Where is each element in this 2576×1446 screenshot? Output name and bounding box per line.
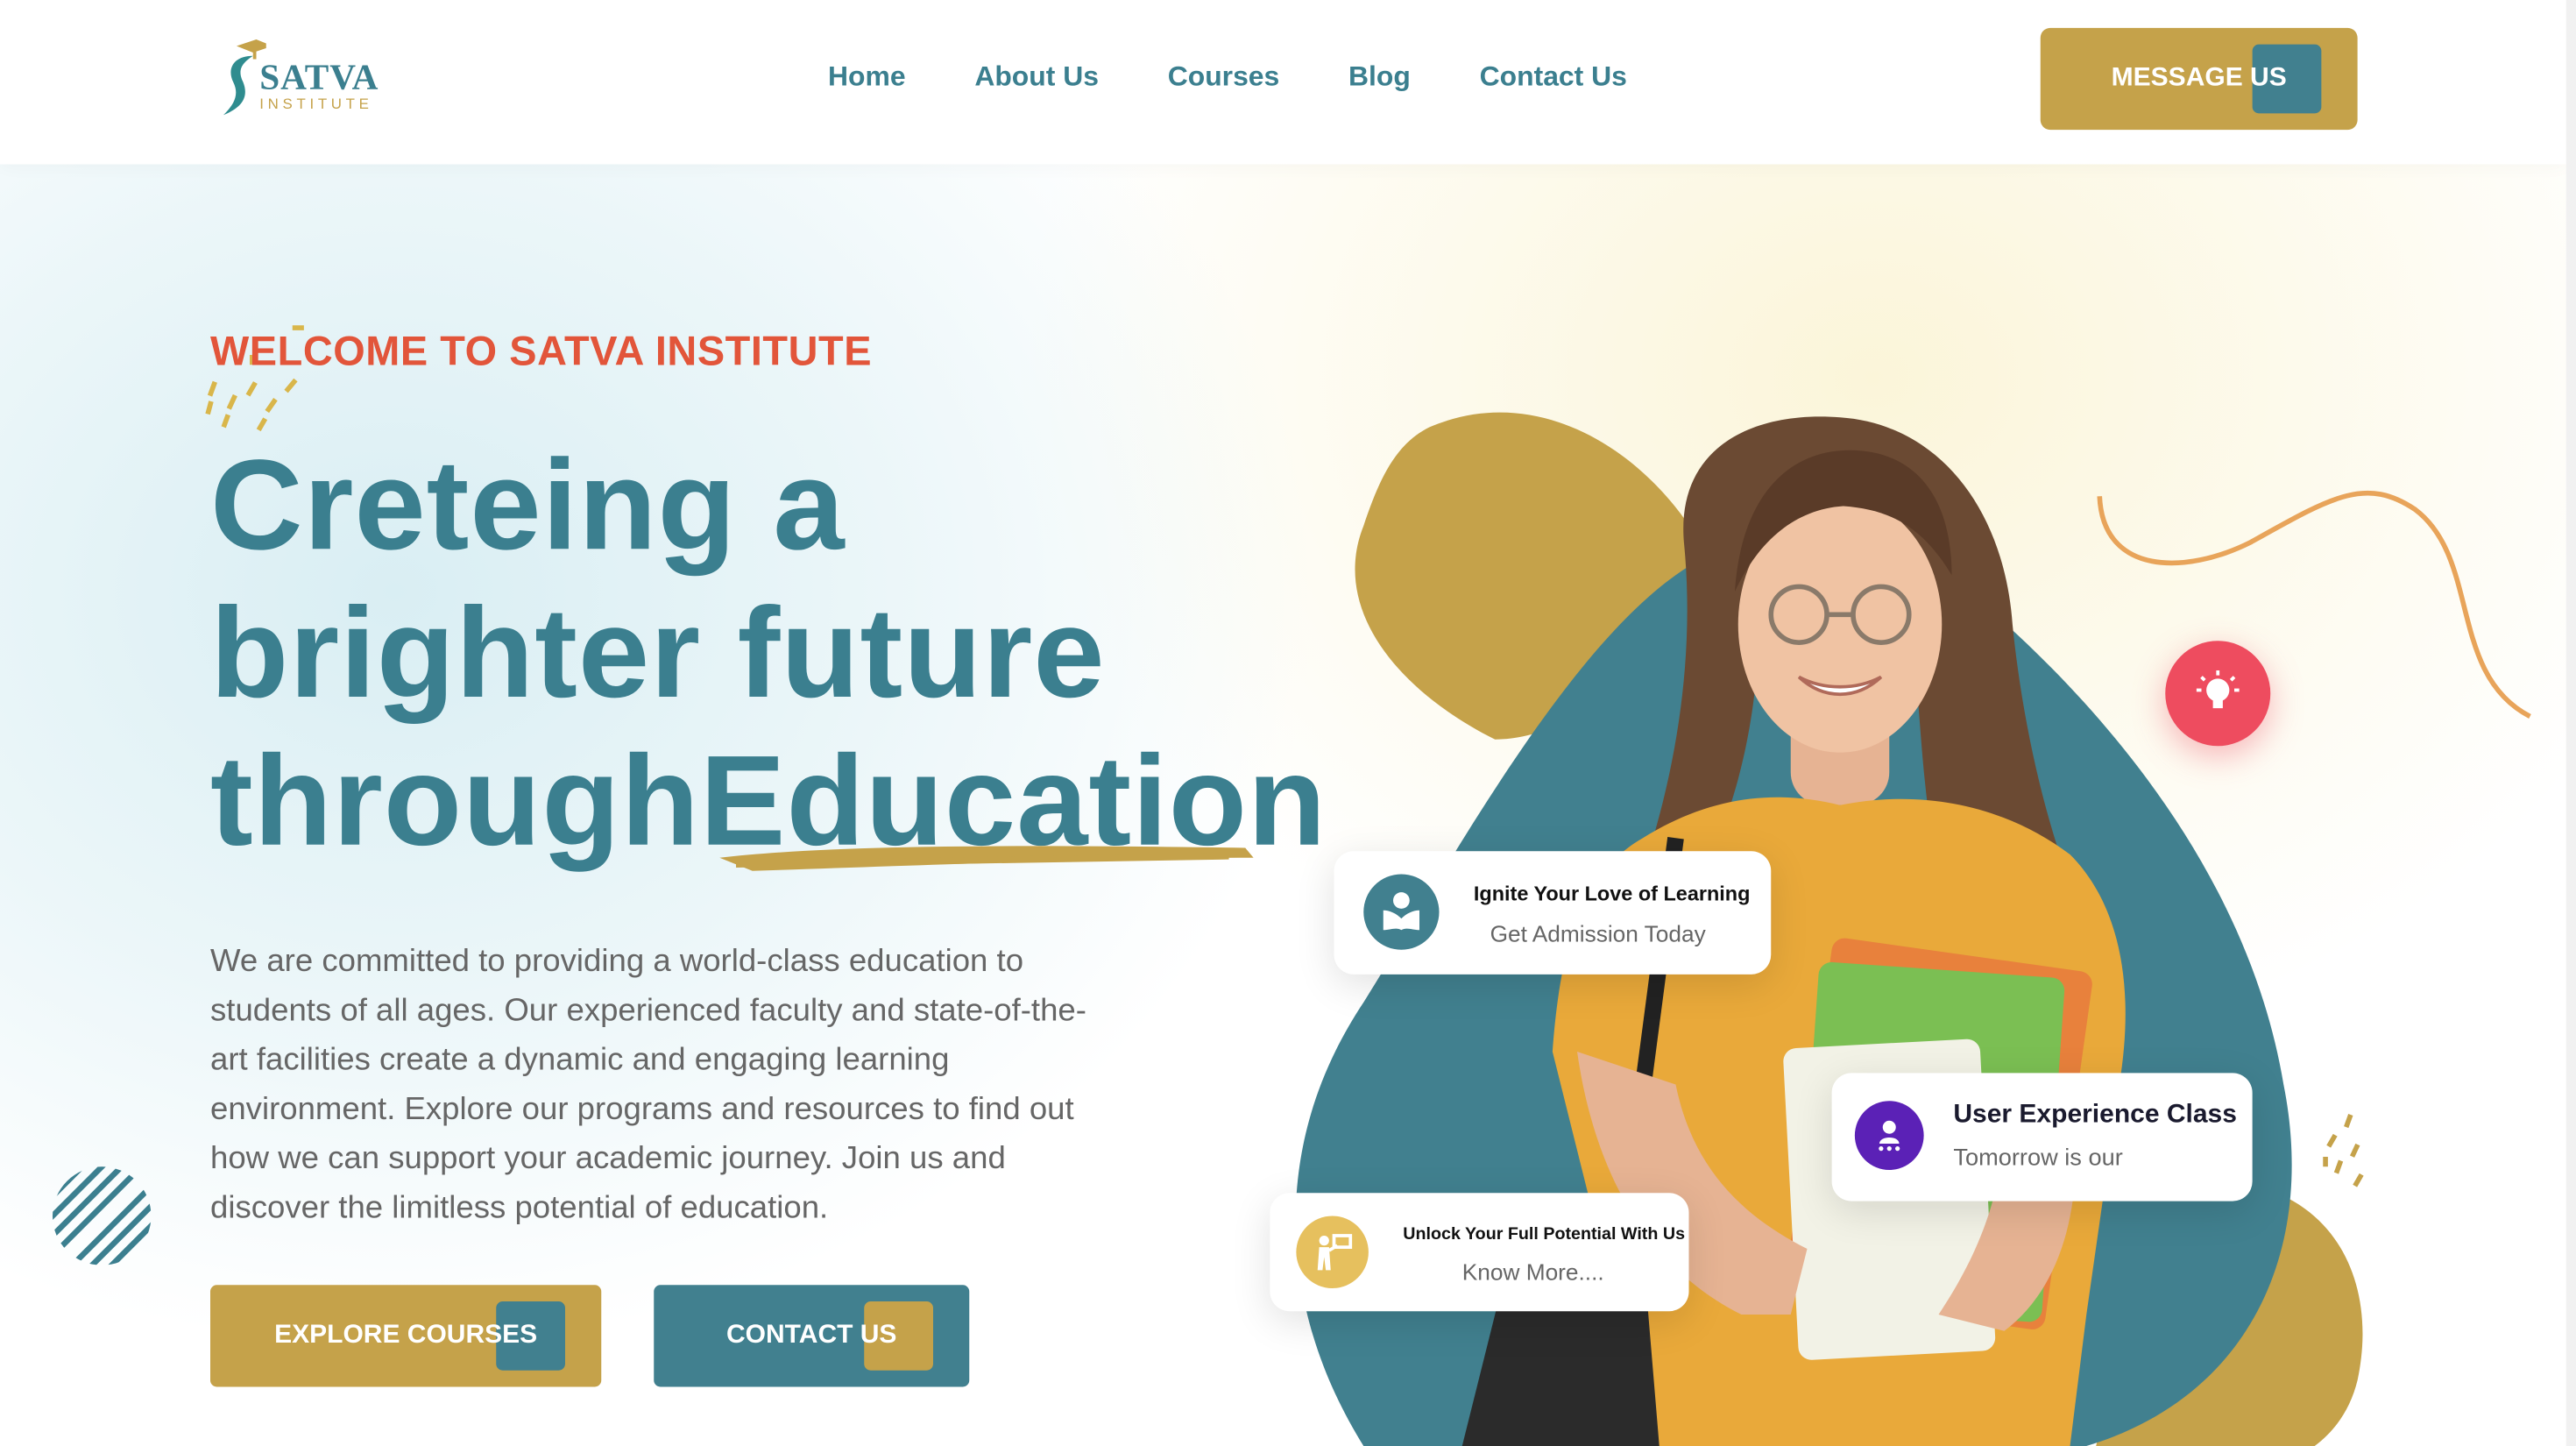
nav-about-us[interactable]: About Us: [974, 60, 1099, 94]
card-ignite-subtitle: Get Admission Today: [1490, 920, 1706, 946]
nav-home[interactable]: Home: [828, 60, 906, 94]
card-ux-title: User Experience Class: [1953, 1101, 2237, 1130]
nav-courses[interactable]: Courses: [1168, 60, 1280, 94]
site-header: SATVA INSTITUTE Home About Us Courses Bl…: [0, 0, 2566, 165]
hero-description: We are committed to providing a world-cl…: [210, 943, 1086, 1226]
confetti-decoration-icon-2: [2323, 1114, 2364, 1187]
main-nav: Home About Us Courses Blog Contact Us: [828, 60, 1696, 94]
page-root: SATVA INSTITUTE Home About Us Courses Bl…: [0, 0, 2576, 1446]
card-ux-subtitle: Tomorrow is our: [1953, 1145, 2123, 1172]
message-us-label: MESSAGE US: [2111, 64, 2287, 92]
explore-courses-label: EXPLORE COURSES: [274, 1321, 538, 1350]
nav-blog[interactable]: Blog: [1348, 60, 1411, 94]
lightbulb-icon: [2196, 670, 2240, 709]
brush-underline-icon: [719, 846, 1254, 871]
reader-icon: [1363, 874, 1440, 950]
brand-subtitle: INSTITUTE: [259, 95, 373, 112]
headline-line-1: Creteing a: [210, 432, 846, 578]
card-ignite[interactable]: Ignite Your Love of Learning Get Admissi…: [1334, 851, 1772, 975]
headline-line-2: brighter future: [210, 579, 1106, 725]
nav-contact-us[interactable]: Contact Us: [1480, 60, 1627, 94]
person-star-icon: [1854, 1101, 1924, 1170]
contact-us-label: CONTACT US: [726, 1321, 897, 1350]
card-user-experience[interactable]: User Experience Class Tomorrow is our: [1831, 1073, 2253, 1201]
card-ignite-title: Ignite Your Love of Learning: [1473, 882, 1751, 906]
card-unlock-subtitle: Know More....: [1461, 1258, 1604, 1286]
contact-us-button[interactable]: CONTACT US: [654, 1285, 970, 1387]
card-unlock-potential[interactable]: Unlock Your Full Potential With Us Know …: [1270, 1193, 1689, 1312]
presenter-icon: [1296, 1216, 1369, 1288]
striped-circle-decoration-icon: [53, 1166, 152, 1265]
brand-name: SATVA: [259, 55, 379, 97]
card-unlock-title: Unlock Your Full Potential With Us: [1403, 1223, 1686, 1244]
explore-courses-button[interactable]: EXPLORE COURSES: [210, 1285, 602, 1387]
hero-headline: Creteing a brighter future throughEducat…: [210, 430, 1327, 874]
message-us-button[interactable]: MESSAGE US: [2040, 27, 2358, 131]
brand-logo[interactable]: SATVA INSTITUTE: [217, 36, 382, 118]
squiggle-decoration-icon: [2097, 490, 2531, 719]
welcome-heading: WELCOME TO SATVA INSTITUTE: [210, 329, 873, 375]
lightbulb-badge: [2165, 641, 2271, 747]
scrollbar[interactable]: [2565, 0, 2576, 1446]
